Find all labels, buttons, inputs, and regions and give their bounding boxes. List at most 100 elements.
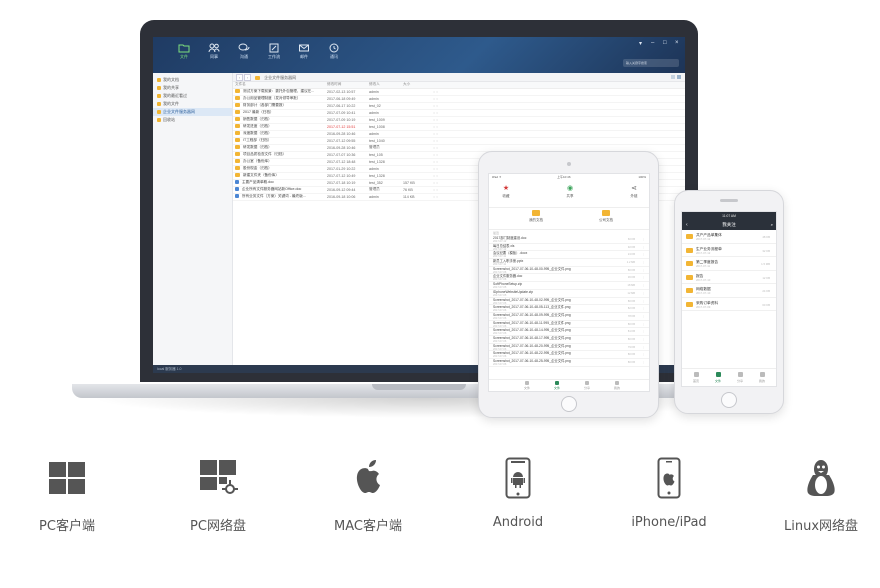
row-actions[interactable]: ○ ○	[431, 137, 471, 145]
close-button[interactable]: ×	[675, 40, 679, 46]
list-item[interactable]: 每日总结表.xls 2017-07-12 92 KB ⋮	[489, 244, 649, 252]
more-icon[interactable]: ⋮	[642, 237, 645, 241]
row-actions[interactable]: ○ ○	[431, 102, 471, 110]
more-icon[interactable]: ⋮	[642, 275, 645, 279]
more-icon[interactable]: ⋮	[642, 337, 645, 341]
table-row[interactable]: 办公用品管理制度（发对领导审批） 2017-06-18 09:49 admin ○ ○	[233, 95, 685, 103]
search-input[interactable]: 输入关键字搜索	[623, 59, 679, 67]
list-item[interactable]: 第二季度报告 2017-07-11 1.5 MB	[682, 257, 776, 271]
table-row[interactable]: IT工程部（归档） 2017-07-12 09:55 test_1040 ○ ○	[233, 137, 685, 145]
table-row[interactable]: 销售数据（归档） 2017-07-09 10:19 test_1009 ○ ○	[233, 116, 685, 124]
more-icon[interactable]: ⋮	[642, 299, 645, 303]
phone-home-button[interactable]	[721, 392, 737, 408]
pin-button[interactable]: ▾	[639, 40, 642, 47]
link-button[interactable]: ⋖ 外链	[619, 184, 649, 199]
company-documents-folder[interactable]: 公司文档	[581, 210, 631, 223]
row-actions[interactable]: ○ ○	[431, 193, 471, 201]
row-actions[interactable]: ○ ○	[431, 116, 471, 124]
nav-files[interactable]: 文件	[171, 43, 197, 69]
nav-contacts[interactable]: 通讯	[321, 43, 347, 69]
more-icon[interactable]: ⋮	[642, 268, 645, 272]
more-icon[interactable]: ⋮	[642, 245, 645, 249]
list-item[interactable]: 2017部门制度建设.doc 2017-07-12 60 KB ⋮	[489, 236, 649, 244]
row-actions[interactable]: ○ ○	[431, 109, 471, 117]
more-icon[interactable]: ⋮	[642, 260, 645, 264]
back-button[interactable]: ‹	[236, 74, 243, 81]
platform-android[interactable]: Android	[453, 455, 583, 530]
sidebar-item[interactable]: 回收站	[153, 116, 232, 124]
list-item[interactable]: 会议纪要（模板）.docx 2017-07-11 24 KB ⋮	[489, 251, 649, 260]
more-icon[interactable]: ⋮	[642, 352, 645, 356]
list-item[interactable]: Screenshot_2017-07-06-10-48-17-995_企业文件.…	[489, 336, 649, 344]
row-actions[interactable]: ○ ○	[431, 158, 471, 166]
list-item[interactable]: 报告 2017-07-10 12 KB	[682, 271, 776, 284]
row-actions[interactable]: ○ ○	[431, 88, 471, 96]
tab-item[interactable]: 分享	[730, 372, 750, 383]
favorites-button[interactable]: ★ 收藏	[491, 184, 521, 199]
tab-item[interactable]: 我的	[752, 372, 772, 383]
more-icon[interactable]: ⋮	[642, 329, 645, 333]
table-row[interactable]: 研发数据（归档） 2016-09-28 10:46 管理员 ○ ○	[233, 144, 685, 152]
row-actions[interactable]: ○ ○	[431, 95, 471, 103]
more-icon[interactable]: ⋮	[642, 291, 645, 295]
platform-pc-client[interactable]: PC客户端	[2, 455, 132, 534]
more-icon[interactable]: ⋮	[642, 252, 645, 256]
search-icon[interactable]: ⌕	[771, 220, 773, 230]
sidebar-item[interactable]: 企业文件服务器网	[153, 108, 232, 116]
row-actions[interactable]: ○ ○	[431, 151, 471, 159]
list-item[interactable]: Screenshot_2017-07-06-10-48-09-995_企业文件.…	[489, 313, 649, 321]
sidebar-item[interactable]: 我的文档	[153, 76, 232, 84]
row-actions[interactable]: ○ ○	[431, 165, 471, 173]
shared-button[interactable]: ◉ 共享	[555, 184, 585, 199]
platform-iphone-ipad[interactable]: iPhone/iPad	[604, 455, 734, 530]
table-row[interactable]: 深度数据（归档） 2016-09-28 10:46 admin ○ ○	[233, 130, 685, 138]
row-actions[interactable]: ○ ○	[431, 144, 471, 152]
table-row[interactable]: 2017 最新（归档） 2017-07-09 10:41 admin ○ ○	[233, 109, 685, 117]
nav-colleagues[interactable]: 同事	[201, 43, 227, 69]
list-item[interactable]: Screenshot_2017-07-06-10-48-11-995_企业文件.…	[489, 321, 649, 329]
list-item[interactable]: Screenshot_2017-07-06-10-48-00-995_企业文件.…	[489, 267, 649, 275]
table-row[interactable]: 测试方案下载前景：委托外包管理，建议在... 2017-02-13 10:57 ad…	[233, 88, 685, 96]
more-icon[interactable]: ⋮	[642, 360, 645, 364]
list-item[interactable]: 网络数据 2017-07-10 24 KB	[682, 284, 776, 298]
sidebar-item[interactable]: 我的共享	[153, 84, 232, 92]
nav-workflow[interactable]: 工作流	[261, 43, 287, 69]
row-actions[interactable]: ○ ○	[431, 172, 471, 180]
platform-linux-network-drive[interactable]: Linux网络盘	[756, 455, 880, 534]
list-item[interactable]: Screenshot_2017-07-06-10-48-14-995_企业文件.…	[489, 328, 649, 336]
tablet-home-button[interactable]	[561, 396, 577, 412]
tab-item[interactable]: 分享	[577, 381, 597, 390]
list-item[interactable]: 新员工入职手册.pptx 2017-07-11 1.2 MB ⋮	[489, 259, 649, 267]
grid-view-icon[interactable]	[671, 75, 675, 79]
minimize-button[interactable]: –	[651, 40, 654, 46]
row-actions[interactable]: ○ ○	[431, 179, 471, 187]
forward-button[interactable]: ›	[244, 74, 251, 81]
list-item[interactable]: 采购订单资料 2017-07-09 60 KB	[682, 298, 776, 311]
more-icon[interactable]: ⋮	[642, 283, 645, 287]
nav-mail[interactable]: 邮件	[291, 43, 317, 69]
my-documents-folder[interactable]: 我的文档	[511, 210, 561, 223]
tab-item[interactable]: 文件	[708, 372, 728, 383]
list-item[interactable]: Screenshot_2017-07-06-10-48-22-995_企业文件.…	[489, 351, 649, 359]
list-item[interactable]: Screenshot_2017-07-06-10-48-25-995_企业文件.…	[489, 359, 649, 367]
list-view-icon[interactable]	[677, 75, 681, 79]
row-actions[interactable]: ○ ○	[431, 130, 471, 138]
more-icon[interactable]: ⋮	[642, 322, 645, 326]
tab-item[interactable]: 文件	[517, 381, 537, 390]
maximize-button[interactable]: □	[663, 40, 667, 46]
nav-chat[interactable]: 沟通	[231, 43, 257, 69]
tab-item[interactable]: 我的	[607, 381, 627, 390]
more-icon[interactable]: ⋮	[642, 345, 645, 349]
list-item[interactable]: SoftPhoneSetup.zip 2017-07-05 18 MB ⋮	[489, 282, 649, 290]
breadcrumb[interactable]: 企业文件服务器网	[264, 75, 296, 80]
more-icon[interactable]: ⋮	[642, 306, 645, 310]
platform-pc-network-drive[interactable]: PC网络盘	[153, 455, 283, 534]
list-item[interactable]: 共产产品单集体 2017-07-12 48 KB	[682, 230, 776, 244]
platform-mac-client[interactable]: MAC客户端	[303, 455, 433, 534]
row-actions[interactable]: ○ ○	[431, 123, 471, 131]
list-item[interactable]: 企业文件服务器.doc 2017-07-06 36 KB ⋮	[489, 274, 649, 283]
list-item[interactable]: Screenshot_2017-07-06-10-48-20-995_企业文件.…	[489, 344, 649, 352]
row-actions[interactable]: ○ ○	[431, 186, 471, 194]
table-row[interactable]: 财务部计（各部门需要报） 2017-06-17 10:22 test_02 ○ ○	[233, 102, 685, 110]
list-item[interactable]: 生产业务流程单 2017-07-12 32 KB	[682, 244, 776, 257]
